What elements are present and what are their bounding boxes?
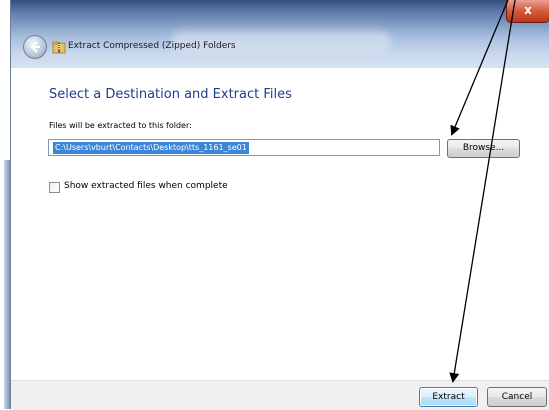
extract-dialog: x Extract Compressed (Zipped) Folders Se… bbox=[10, 0, 549, 410]
back-arrow-icon bbox=[30, 41, 40, 53]
destination-path-value: C:\Users\vburt\Contacts\Desktop\tts_1161… bbox=[53, 142, 249, 154]
close-button[interactable]: x bbox=[506, 0, 549, 23]
extract-button[interactable]: Extract bbox=[419, 387, 478, 407]
destination-label: Files will be extracted to this folder: bbox=[49, 121, 192, 130]
destination-path-input[interactable]: C:\Users\vburt\Contacts\Desktop\tts_1161… bbox=[48, 139, 440, 156]
zip-folder-icon bbox=[52, 41, 66, 54]
show-files-label: Show extracted files when complete bbox=[64, 181, 228, 191]
title-bar: x Extract Compressed (Zipped) Folders bbox=[11, 0, 549, 68]
background-page-edge bbox=[0, 0, 10, 409]
cancel-button[interactable]: Cancel bbox=[487, 387, 547, 407]
window-title: Extract Compressed (Zipped) Folders bbox=[68, 41, 236, 51]
browse-button[interactable]: Browse... bbox=[447, 139, 520, 158]
dialog-footer: Extract Cancel bbox=[11, 380, 549, 410]
back-button[interactable] bbox=[23, 35, 47, 59]
page-title: Select a Destination and Extract Files bbox=[49, 87, 292, 102]
show-files-checkbox[interactable] bbox=[49, 182, 60, 193]
dialog-content: Select a Destination and Extract Files F… bbox=[11, 68, 549, 380]
